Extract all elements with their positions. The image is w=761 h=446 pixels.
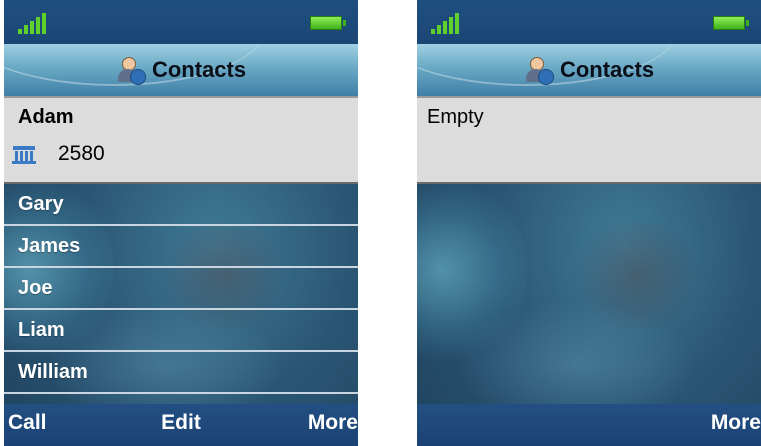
- page-title: Contacts: [151, 57, 247, 82]
- contacts-icon: [116, 56, 146, 85]
- softkey-bar: Call Edit More: [4, 404, 358, 446]
- list-item-joe[interactable]: Joe: [4, 268, 358, 310]
- status-bar: [4, 0, 358, 44]
- more-softkey[interactable]: More: [308, 411, 358, 435]
- work-building-icon: [12, 144, 36, 164]
- page-title: Contacts: [559, 57, 655, 82]
- empty-message: Empty: [427, 106, 484, 128]
- signal-strength-icon: [18, 12, 50, 34]
- selected-contact-name: Adam: [18, 106, 74, 128]
- edit-softkey[interactable]: Edit: [4, 411, 358, 435]
- softkey-bar: More: [417, 404, 761, 446]
- list-item-william[interactable]: William: [4, 352, 358, 394]
- title-bar: Contacts: [4, 44, 358, 96]
- phone-screen-contacts-empty: Contacts Empty More: [417, 0, 761, 446]
- battery-icon: [713, 16, 749, 30]
- background-bokeh: [567, 220, 707, 330]
- status-bar: [417, 0, 761, 44]
- battery-icon: [310, 16, 346, 30]
- signal-strength-icon: [431, 12, 463, 34]
- selected-contact-number-row: 2580: [12, 142, 105, 166]
- more-softkey[interactable]: More: [711, 411, 761, 435]
- selected-contact-number: 2580: [58, 142, 105, 165]
- selected-contact[interactable]: Adam 2580: [4, 96, 358, 184]
- title-bar: Contacts: [417, 44, 761, 96]
- background-bokeh: [417, 170, 527, 370]
- contact-list: Gary James Joe Liam William: [4, 184, 358, 394]
- phone-screen-contacts-list: Contacts Adam 2580 Gary James Joe Liam W…: [4, 0, 358, 446]
- empty-panel: Empty: [417, 96, 761, 184]
- contacts-icon: [524, 56, 554, 85]
- list-item-liam[interactable]: Liam: [4, 310, 358, 352]
- list-item-gary[interactable]: Gary: [4, 184, 358, 226]
- list-item-james[interactable]: James: [4, 226, 358, 268]
